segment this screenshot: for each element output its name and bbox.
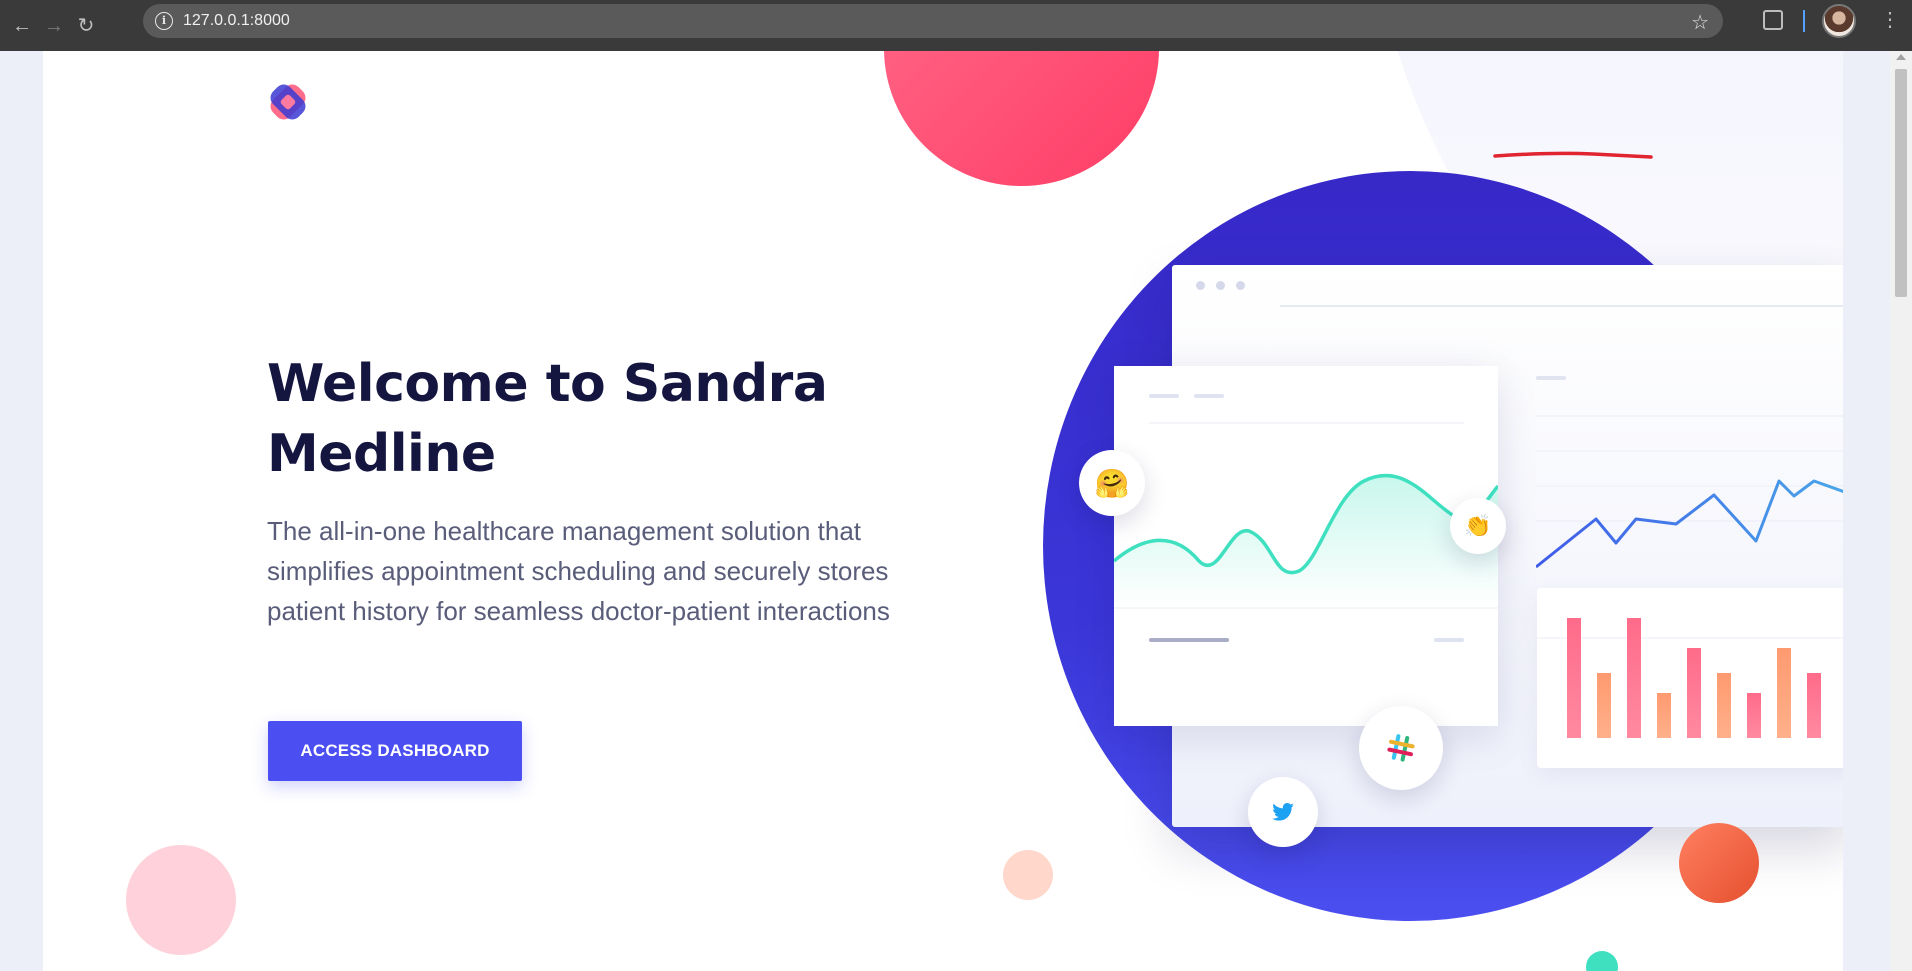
more-menu-icon[interactable]: ⋮ [1880, 10, 1900, 30]
bar-chart-card [1537, 588, 1843, 768]
hero-description: The all-in-one healthcare management sol… [267, 516, 890, 626]
scrollbar-thumb[interactable] [1895, 69, 1907, 297]
browser-toolbar: ← → ↻ i 127.0.0.1:8000 ☆ ⋮ [0, 0, 1912, 51]
decor-orange-circle [1679, 823, 1759, 903]
toolbar-divider [1803, 10, 1805, 32]
wave-chart-card [1112, 366, 1500, 726]
twitter-badge [1248, 777, 1318, 847]
access-dashboard-button[interactable]: ACCESS DASHBOARD [268, 721, 522, 781]
clapping-hands-icon: 👏 [1464, 513, 1492, 538]
star-icon[interactable]: ☆ [1691, 10, 1709, 35]
scroll-up-arrow[interactable] [1896, 54, 1906, 60]
page-scrollbar[interactable] [1890, 51, 1912, 971]
address-bar[interactable]: i 127.0.0.1:8000 ☆ [143, 4, 1723, 38]
forward-icon[interactable]: → [42, 14, 66, 38]
line-chart-card [1535, 371, 1843, 591]
landing-page: Welcome to Sandra Medline The all-in-one… [43, 51, 1843, 971]
clap-emoji-badge: 👏 [1450, 498, 1506, 554]
back-icon[interactable]: ← [10, 14, 34, 38]
hero-title: Welcome to Sandra Medline [267, 354, 828, 484]
slack-icon [1387, 734, 1415, 762]
info-icon[interactable]: i [155, 12, 173, 30]
twitter-icon [1272, 803, 1294, 821]
slack-badge [1359, 706, 1443, 790]
brand-logo[interactable] [267, 81, 309, 123]
profile-avatar[interactable] [1822, 4, 1856, 38]
url-text[interactable]: 127.0.0.1:8000 [183, 12, 290, 30]
hugging-face-icon: 🤗 [1094, 467, 1130, 499]
reload-icon[interactable]: ↻ [74, 14, 98, 38]
decor-pink-circle [126, 845, 236, 955]
decor-red-underline [1493, 151, 1653, 159]
decor-peach-circle [1003, 850, 1053, 900]
smile-emoji-badge: 🤗 [1079, 450, 1145, 516]
decor-teal-circle [1586, 951, 1618, 971]
decor-red-circle [884, 51, 1159, 186]
extensions-icon[interactable] [1763, 10, 1783, 30]
